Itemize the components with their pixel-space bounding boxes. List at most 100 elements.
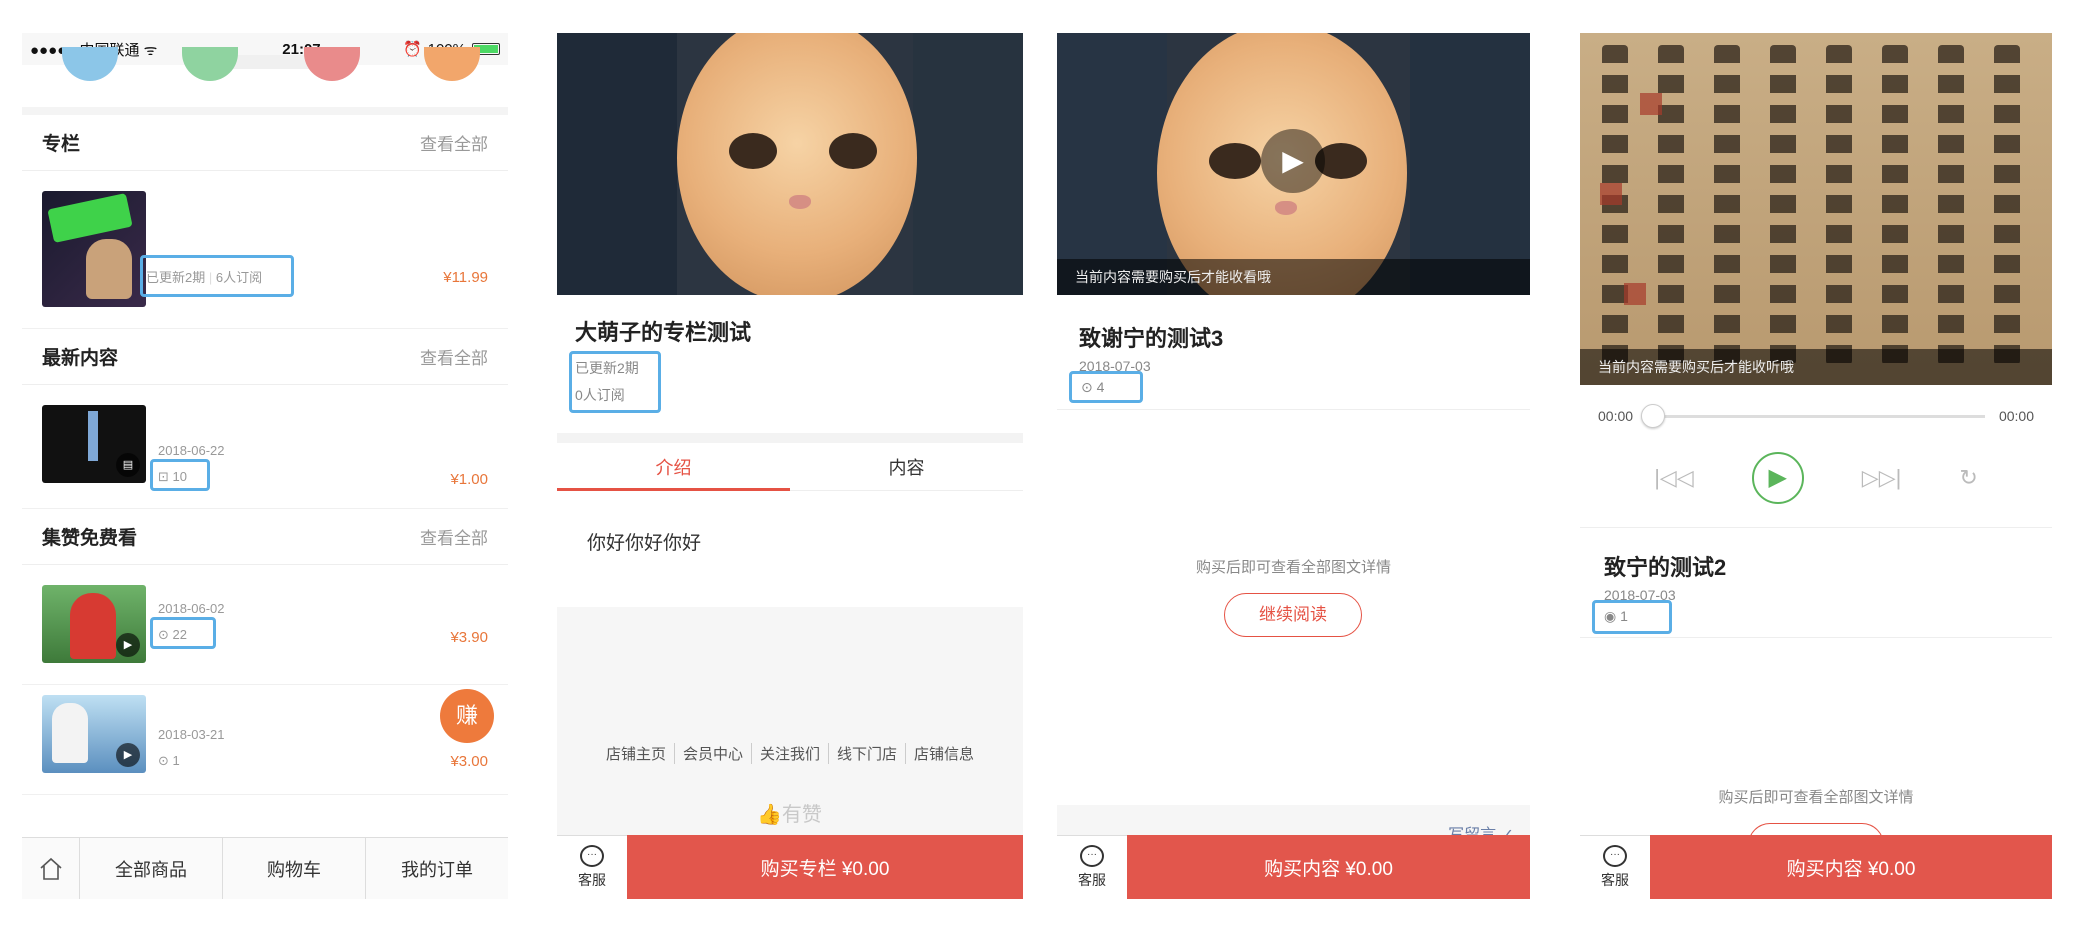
- thumbs-up-icon: 👍: [757, 804, 782, 826]
- thumbnail-doctor: [52, 703, 88, 763]
- earn-button[interactable]: 赚: [440, 689, 494, 743]
- cat-eye: [1209, 143, 1261, 179]
- video-cover: ▶ 当前内容需要购买后才能收看哦: [1057, 33, 1530, 295]
- footer-link-info[interactable]: 店铺信息: [906, 743, 982, 764]
- section-title: 专栏: [42, 134, 81, 155]
- cat-eye: [829, 133, 877, 169]
- cat-head: [677, 33, 917, 295]
- column-title: 大萌子的专栏测试: [575, 320, 752, 345]
- footer-links: 店铺主页 会员中心 关注我们 线下门店 店铺信息: [557, 743, 1023, 764]
- footer-link-member[interactable]: 会员中心: [675, 743, 752, 764]
- highlight-box: [1592, 600, 1672, 634]
- buy-column-button[interactable]: 购买专栏 ¥0.00: [627, 835, 1023, 899]
- category-icon[interactable]: [424, 47, 480, 81]
- footer-link-shop-home[interactable]: 店铺主页: [598, 743, 675, 764]
- background-curtain: [913, 33, 1023, 295]
- free-item[interactable]: ▶ 2018-06-02 ⊙ 22 ¥3.90: [22, 565, 508, 685]
- highlight-box: [140, 255, 294, 297]
- customer-service-label: 客服: [1601, 872, 1629, 888]
- thumbnail-bottle: [88, 411, 98, 461]
- play-button[interactable]: ▶: [1751, 452, 1804, 504]
- next-icon[interactable]: ▷▷|: [1862, 465, 1902, 491]
- latest-item[interactable]: ▤ 2018-06-22 ⊡ 10 ¥1.00: [22, 385, 508, 509]
- thumbnail-title-art: [47, 193, 133, 243]
- continue-reading-button[interactable]: 继续阅读: [1224, 593, 1362, 637]
- tab-my-orders[interactable]: 我的订单: [366, 838, 508, 899]
- free-thumbnail: ▶: [42, 695, 146, 773]
- free-thumbnail: ▶: [42, 585, 146, 663]
- buy-content-button[interactable]: 购买内容 ¥0.00: [1650, 835, 2052, 899]
- free-date: 2018-03-21: [158, 727, 225, 742]
- customer-service-button[interactable]: ··· 客服: [1580, 835, 1650, 899]
- intro-text: 你好你好你好: [587, 533, 702, 554]
- play-icon: ▶: [116, 743, 140, 767]
- free-count-row: ⊙ 1: [158, 753, 180, 769]
- tab-content[interactable]: 内容: [790, 443, 1023, 490]
- column-thumbnail: [42, 191, 146, 307]
- total-time: 00:00: [1998, 408, 2034, 424]
- customer-service-button[interactable]: ··· 客服: [1057, 835, 1127, 899]
- highlight-box: [150, 459, 210, 491]
- home-tab[interactable]: [22, 838, 80, 899]
- price: ¥1.00: [450, 471, 488, 488]
- cat-nose: [789, 195, 811, 209]
- calligraphy-column: [1770, 45, 1796, 365]
- footer-link-store[interactable]: 线下门店: [829, 743, 907, 764]
- section-latest-header: 最新内容 查看全部: [22, 329, 508, 385]
- tab-all-products[interactable]: 全部商品: [80, 838, 223, 899]
- thumbnail-red-hood: [70, 593, 116, 659]
- calligraphy-column: [1826, 45, 1852, 365]
- category-icon[interactable]: [182, 47, 238, 81]
- customer-service-label: 客服: [1078, 872, 1106, 888]
- buy-bar: ··· 客服 购买内容 ¥0.00: [1580, 835, 2052, 899]
- view-all-link[interactable]: 查看全部: [420, 130, 488, 155]
- replay-icon[interactable]: ↻: [1959, 465, 1977, 491]
- progress-track[interactable]: [1641, 403, 1985, 428]
- view-all-link[interactable]: 查看全部: [420, 524, 488, 549]
- article-icon: ▤: [116, 453, 140, 477]
- price: ¥11.99: [443, 269, 488, 286]
- video-content-screen: ▶ 当前内容需要购买后才能收看哦 致谢宁的测试3 2018-07-03 ⊙ 4 …: [1057, 33, 1530, 899]
- buy-bar: ··· 客服 购买内容 ¥0.00: [1057, 835, 1530, 899]
- cover-image: [557, 33, 1023, 295]
- latest-thumbnail: ▤: [42, 405, 146, 483]
- category-strip[interactable]: [22, 47, 508, 115]
- alarm-icon: ⏰: [402, 41, 422, 58]
- free-date: 2018-06-02: [158, 601, 225, 616]
- divider: [1580, 527, 2052, 528]
- column-item[interactable]: 已更新2期 | 6人订阅 ¥11.99: [22, 171, 508, 329]
- audio-cover-image: 当前内容需要购买后才能收听哦: [1580, 33, 2052, 385]
- footer-link-follow[interactable]: 关注我们: [752, 743, 829, 764]
- audio-progress: 00:00 00:00: [1580, 393, 2052, 439]
- play-icon: ▶: [116, 633, 140, 657]
- calligraphy-column: [1938, 45, 1964, 365]
- play-count-icon: ⊙: [158, 753, 169, 768]
- play-icon[interactable]: ▶: [1261, 129, 1325, 193]
- calligraphy-column: [1714, 45, 1740, 365]
- highlight-box: [1069, 371, 1143, 403]
- content-title: 致谢宁的测试3: [1079, 326, 1224, 351]
- highlight-box: [150, 617, 216, 649]
- seal-stamp: [1624, 283, 1646, 305]
- category-icon[interactable]: [62, 47, 118, 81]
- customer-service-button[interactable]: ··· 客服: [557, 835, 627, 899]
- tab-cart[interactable]: 购物车: [223, 838, 366, 899]
- current-time: 00:00: [1598, 408, 1634, 424]
- cat-eye: [729, 133, 777, 169]
- category-icon[interactable]: [304, 47, 360, 81]
- youzan-label: 有赞: [781, 804, 822, 826]
- price: ¥3.90: [450, 629, 488, 646]
- free-item[interactable]: ▶ 2018-03-21 ⊙ 1 ¥3.00: [22, 685, 508, 795]
- home-icon: [39, 857, 62, 880]
- previous-icon[interactable]: |◁◁: [1654, 465, 1694, 491]
- latest-date: 2018-06-22: [158, 443, 225, 458]
- youzan-logo: 👍有赞: [757, 798, 822, 827]
- buy-content-button[interactable]: 购买内容 ¥0.00: [1127, 835, 1530, 899]
- tab-intro[interactable]: 介绍: [557, 443, 790, 491]
- view-all-link[interactable]: 查看全部: [420, 344, 488, 369]
- divider: [1057, 409, 1530, 410]
- background-curtain: [1410, 33, 1530, 295]
- divider: [1580, 637, 2052, 638]
- purchase-overlay: 当前内容需要购买后才能收听哦: [1580, 349, 2052, 385]
- progress-knob[interactable]: [1641, 403, 1666, 428]
